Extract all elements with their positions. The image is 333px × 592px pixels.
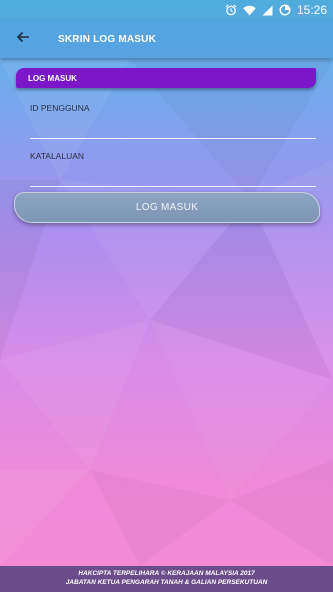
login-button[interactable]: LOG MASUK xyxy=(14,192,320,223)
password-label: KATALALUAN xyxy=(30,151,85,161)
signal-icon xyxy=(262,5,273,16)
user-id-field: ID PENGGUNA xyxy=(30,103,316,139)
status-bar: 15:26 xyxy=(0,0,333,20)
user-id-label: ID PENGGUNA xyxy=(30,103,90,113)
user-id-input[interactable] xyxy=(30,117,316,135)
footer-department: JABATAN KETUA PENGARAH TANAH & GALIAN PE… xyxy=(65,578,268,586)
app-title: SKRIN LOG MASUK xyxy=(58,33,156,45)
back-button[interactable] xyxy=(0,20,46,58)
arrow-left-icon xyxy=(16,30,30,48)
section-header: LOG MASUK xyxy=(16,68,316,88)
alarm-icon xyxy=(225,4,237,16)
status-time: 15:26 xyxy=(296,3,327,17)
background-pattern xyxy=(0,60,333,566)
app-bar: SKRIN LOG MASUK xyxy=(0,20,333,58)
password-field: KATALALUAN xyxy=(30,151,316,187)
user-id-underline xyxy=(30,138,316,139)
footer: HAKCIPTA TERPELIHARA © KERAJAAN MALAYSIA… xyxy=(0,566,333,592)
password-input[interactable] xyxy=(30,165,316,183)
password-underline xyxy=(30,186,316,187)
footer-copyright: HAKCIPTA TERPELIHARA © KERAJAAN MALAYSIA… xyxy=(78,570,255,577)
battery-icon xyxy=(279,4,291,16)
wifi-icon xyxy=(243,5,256,16)
